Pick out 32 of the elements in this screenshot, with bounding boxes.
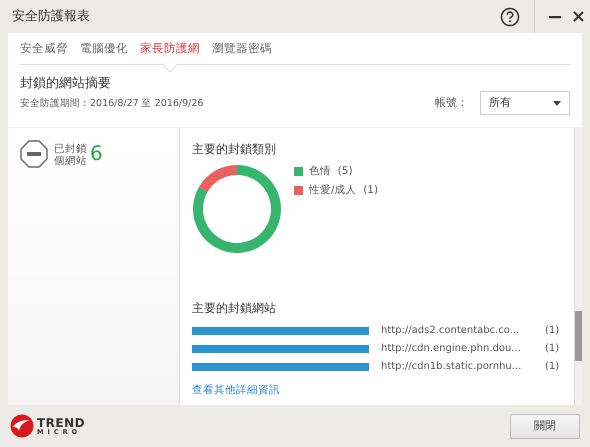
websites-label: 個網站 [54,155,87,168]
site-url: http://cdn.engine.phn.dou... [381,342,522,356]
site-url: http://ads2.contentabc.co... [381,324,520,338]
blocked-octagon-icon [20,140,48,168]
section-title: 封鎖的網站摘要 [20,75,112,93]
site-count: (1) [545,360,560,374]
window-title: 安全防護報表 [11,8,91,26]
sites-title: 主要的封鎖網站 [192,300,277,318]
site-count: (1) [545,342,560,356]
period-text: 安全防護期間：2016/8/27 至 2016/9/26 [20,96,204,110]
site-count: (1) [545,324,560,338]
legend-label: 性愛/成人 (1) [309,182,378,198]
tab[interactable]: 電腦優化 [80,40,128,58]
account-dropdown[interactable]: 所有 [480,91,570,115]
more-details-link[interactable]: 查看其他詳細資訊 [192,384,280,396]
account-label: 帳號： [435,94,468,111]
close-button[interactable]: 關閉 [510,414,580,438]
tab[interactable]: 家長防護網 [140,40,200,58]
caret-icon [553,100,561,106]
site-url: http://cdn1b.static.pornhu... [381,360,522,374]
legend-label: 色情 (5) [309,164,353,179]
scrollbar[interactable] [574,128,582,405]
help-icon[interactable] [500,6,520,26]
tab[interactable]: 安全威脅 [20,40,68,58]
logo-text: TREND [37,416,86,429]
close-icon[interactable] [573,11,584,22]
blocked-count: 6 [90,143,103,163]
logo-ball-icon [10,414,34,438]
chart-title: 主要的封鎖類別 [192,141,277,158]
blocked-label: 已封鎖 [54,143,87,155]
tab[interactable]: 瀏覽器密碼 [212,40,272,58]
scrollbar-thumb[interactable] [575,311,582,361]
